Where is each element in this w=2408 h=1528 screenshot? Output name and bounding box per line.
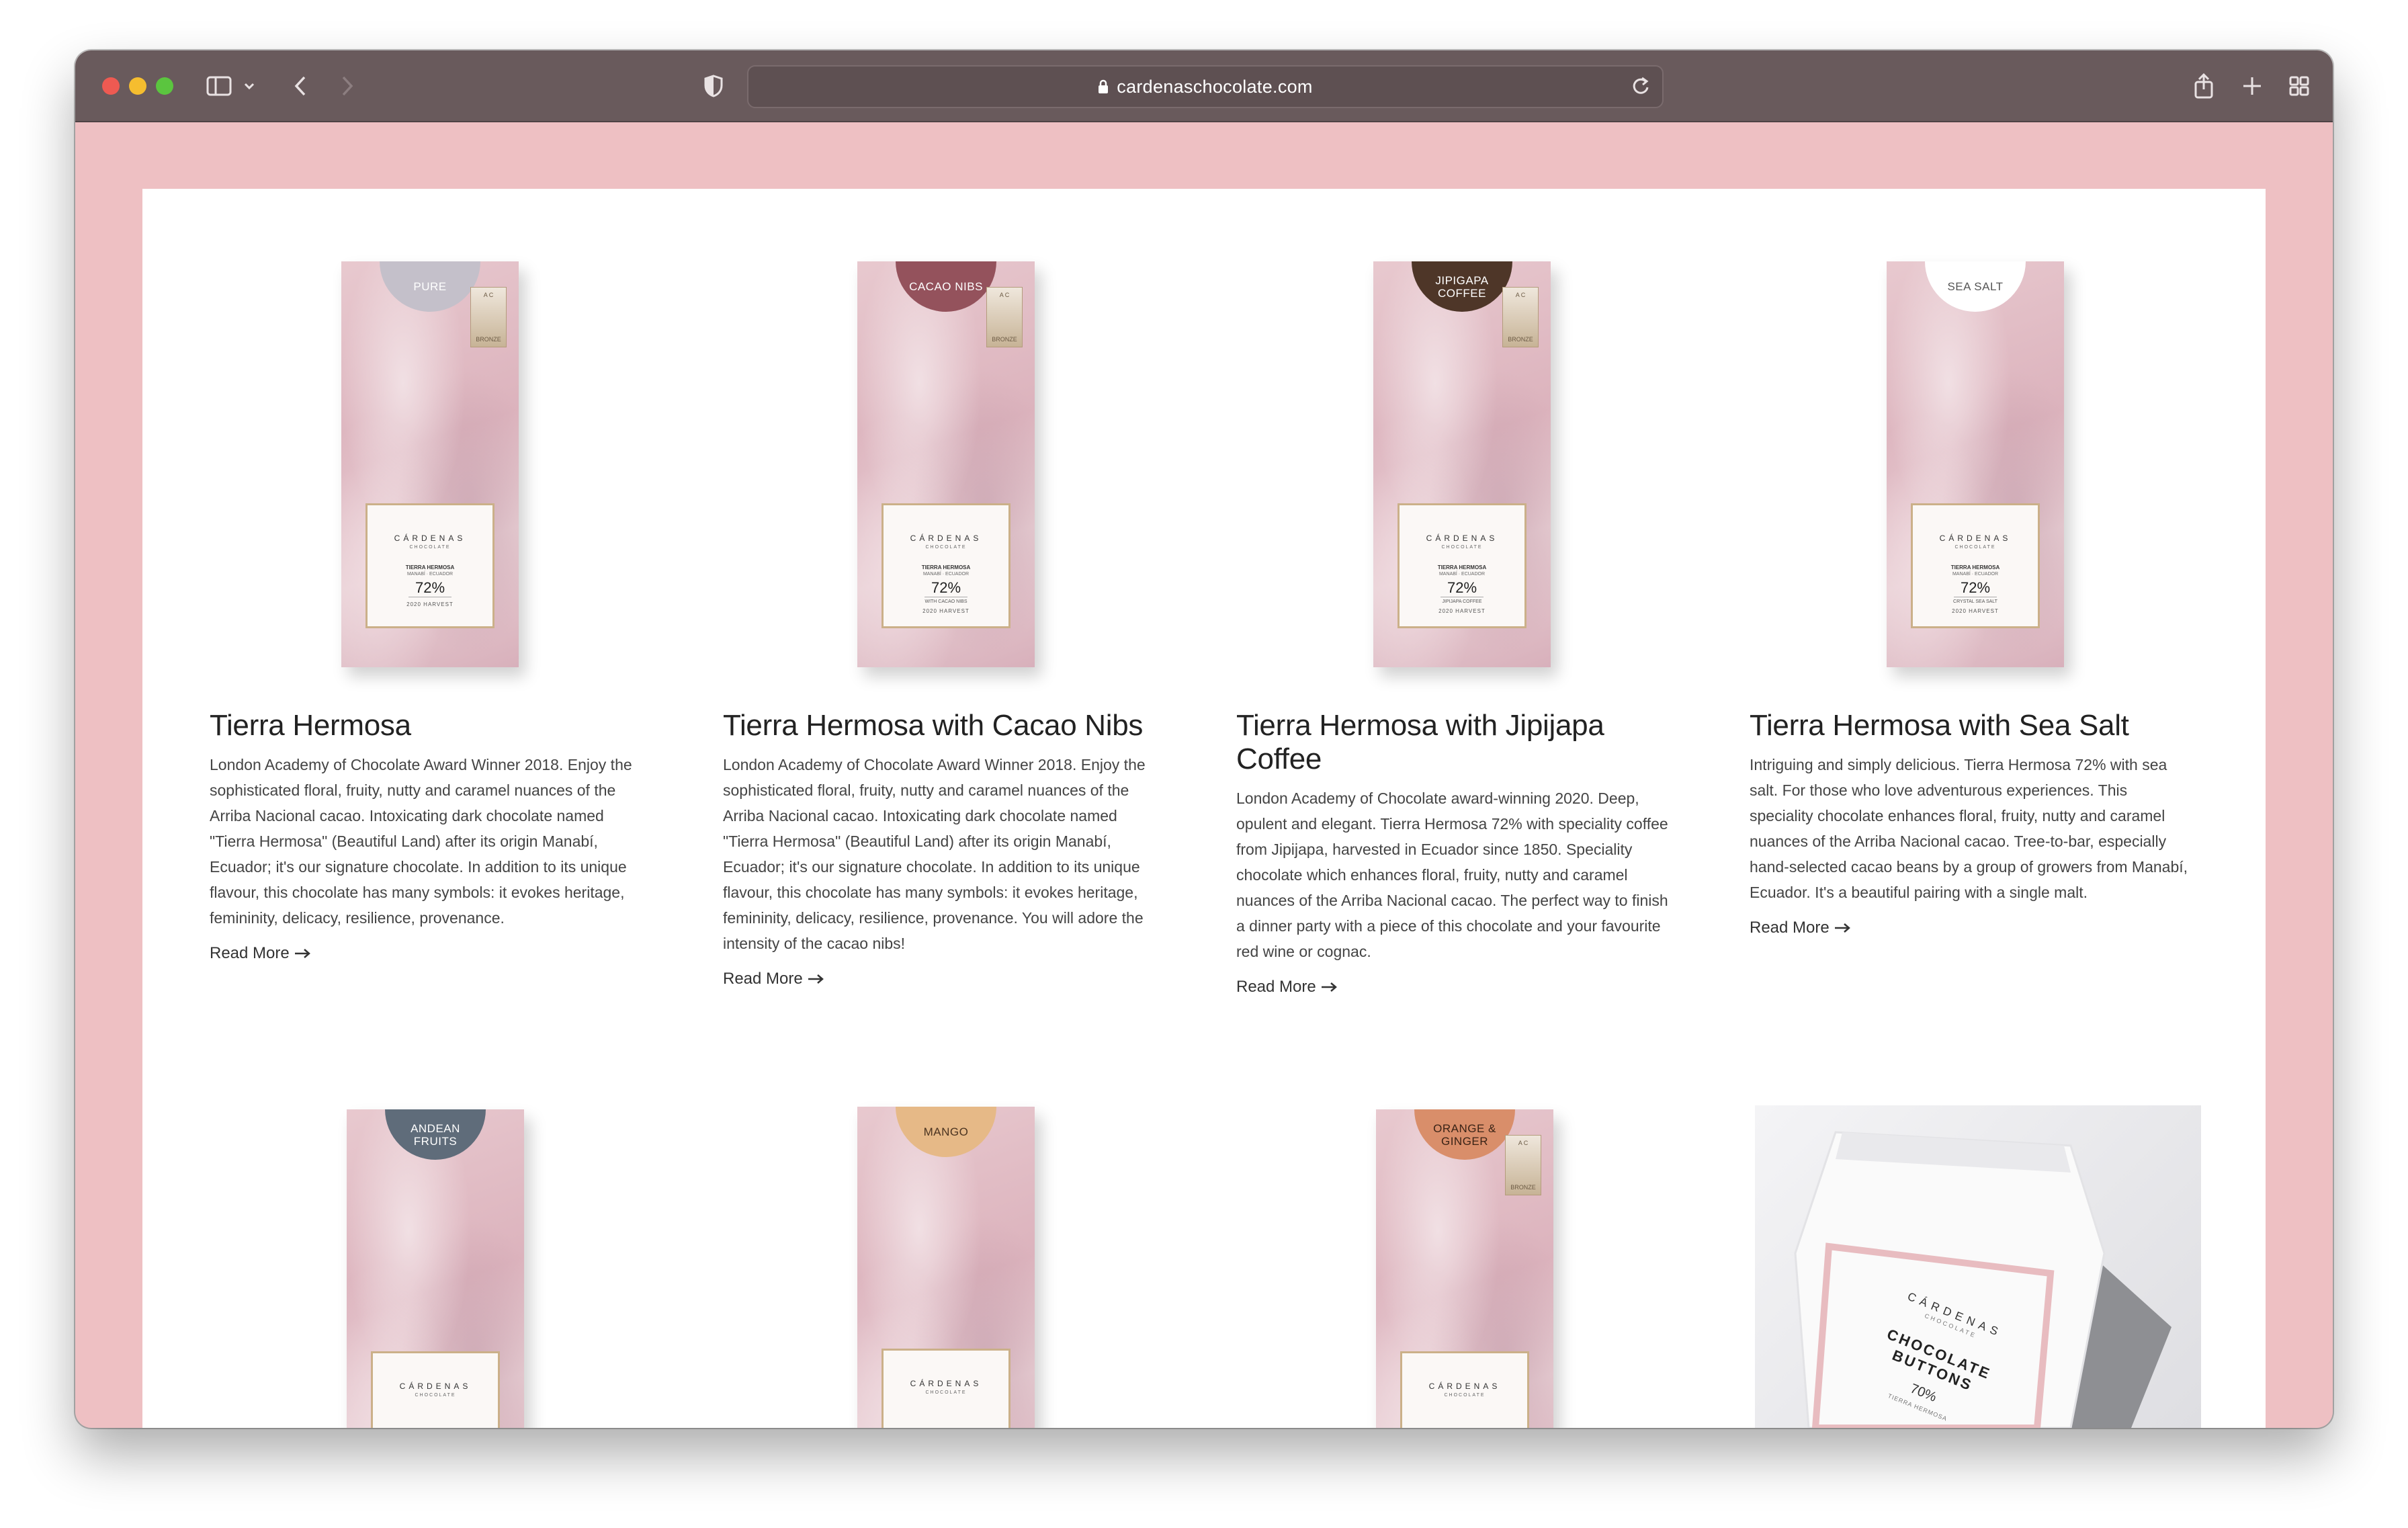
- product-title[interactable]: Tierra Hermosa with Cacao Nibs: [723, 709, 1166, 742]
- minimize-window-button[interactable]: [129, 77, 146, 95]
- browser-window: cardenaschocolate.com PURE A C BRONZE CÁR…: [75, 50, 2333, 1428]
- read-more-link[interactable]: Read More: [210, 944, 311, 963]
- product-image[interactable]: JIPIGAPA COFFEE A C BRONZE CÁRDENAS CHOCO…: [1373, 261, 1551, 667]
- read-more-link[interactable]: Read More: [1236, 978, 1338, 996]
- product-title[interactable]: Tierra Hermosa with Jipijapa Coffee: [1236, 709, 1680, 776]
- product-image[interactable]: ANDEAN FRUITS CÁRDENAS CHOCOLATE: [347, 1109, 524, 1428]
- product-card: JIPIGAPA COFFEE A C BRONZE CÁRDENAS CHOCO…: [1236, 261, 1680, 996]
- pack-label: CÁRDENAS CHOCOLATE TIERRA HERMOSA MANABÍ…: [882, 503, 1010, 628]
- url-text: cardenaschocolate.com: [1117, 76, 1313, 97]
- flavor-badge: JIPIGAPA COFFEE: [1412, 261, 1512, 312]
- pack-label: CÁRDENAS CHOCOLATE TIERRA HERMOSA MANABÍ…: [366, 503, 494, 628]
- arrow-right-icon: [808, 970, 824, 988]
- arrow-right-icon: [1321, 978, 1338, 996]
- forward-arrow-icon[interactable]: [336, 71, 359, 101]
- product-description: London Academy of Chocolate award-winnin…: [1236, 790, 1668, 960]
- product-image[interactable]: CACAO NIBS A C BRONZE CÁRDENAS CHOCOLATE …: [857, 261, 1035, 667]
- product-image[interactable]: PURE A C BRONZE CÁRDENAS CHOCOLATE TIERRA…: [341, 261, 519, 667]
- tab-overview-icon[interactable]: [2286, 71, 2313, 101]
- product-description: London Academy of Chocolate Award Winner…: [210, 756, 632, 927]
- zoom-window-button[interactable]: [156, 77, 173, 95]
- pack-label: CÁRDENAS CHOCOLATE: [371, 1351, 500, 1428]
- reload-icon[interactable]: [1631, 75, 1650, 100]
- product-description: London Academy of Chocolate Award Winner…: [723, 756, 1146, 952]
- read-more-link[interactable]: Read More: [1750, 919, 1851, 937]
- product-image[interactable]: SEA SALT CÁRDENAS CHOCOLATE TIERRA HERMO…: [1887, 261, 2064, 667]
- chevron-down-icon[interactable]: [242, 71, 257, 101]
- product-description: Intriguing and simply delicious. Tierra …: [1750, 756, 2188, 901]
- pack-label: CÁRDENAS CHOCOLATE TIERRA HERMOSA MANABÍ…: [1398, 503, 1526, 628]
- new-tab-icon[interactable]: [2239, 71, 2266, 101]
- chocolate-buttons-image[interactable]: CÁRDENAS CHOCOLATE CHOCOLATE BUTTONS 70%…: [1755, 1105, 2201, 1428]
- pack-label: CÁRDENAS CHOCOLATE: [1400, 1351, 1529, 1428]
- product-card: ANDEAN FRUITS CÁRDENAS CHOCOLATE: [210, 1109, 653, 1428]
- read-more-link[interactable]: Read More: [723, 970, 824, 988]
- flavor-badge: SEA SALT: [1925, 261, 2026, 312]
- award-medal-icon: A C BRONZE: [1505, 1135, 1541, 1195]
- address-bar[interactable]: cardenaschocolate.com: [747, 65, 1664, 108]
- product-card: PURE A C BRONZE CÁRDENAS CHOCOLATE TIERRA…: [210, 261, 653, 963]
- product-card: SEA SALT CÁRDENAS CHOCOLATE TIERRA HERMO…: [1750, 261, 2193, 937]
- award-medal-icon: A C BRONZE: [986, 287, 1023, 347]
- flavor-badge: ANDEAN FRUITS: [385, 1109, 486, 1160]
- award-medal-icon: A C BRONZE: [1502, 287, 1539, 347]
- lock-icon: [1098, 79, 1109, 94]
- back-arrow-icon[interactable]: [289, 71, 312, 101]
- pack-label: CÁRDENAS CHOCOLATE: [882, 1349, 1010, 1428]
- arrow-right-icon: [294, 944, 311, 963]
- product-card: CACAO NIBS A C BRONZE CÁRDENAS CHOCOLATE …: [723, 261, 1166, 988]
- pack-label: CÁRDENAS CHOCOLATE TIERRA HERMOSA MANABÍ…: [1911, 503, 2040, 628]
- flavor-badge: CACAO NIBS: [896, 261, 996, 312]
- product-title[interactable]: Tierra Hermosa: [210, 709, 653, 742]
- flavor-badge: MANGO: [896, 1107, 996, 1157]
- product-page: PURE A C BRONZE CÁRDENAS CHOCOLATE TIERRA…: [142, 189, 2266, 1428]
- product-image[interactable]: ORANGE & GINGER A C BRONZE CÁRDENAS CHOCO…: [1376, 1109, 1553, 1428]
- product-image[interactable]: MANGO CÁRDENAS CHOCOLATE: [857, 1107, 1035, 1428]
- close-window-button[interactable]: [102, 77, 120, 95]
- privacy-shield-icon[interactable]: [700, 71, 727, 101]
- flavor-badge: PURE: [380, 261, 480, 312]
- arrow-right-icon: [1834, 919, 1851, 937]
- award-medal-icon: A C BRONZE: [470, 287, 507, 347]
- product-card: MANGO CÁRDENAS CHOCOLATE: [723, 1107, 1166, 1428]
- flavor-badge: ORANGE & GINGER: [1414, 1109, 1515, 1160]
- product-card: ORANGE & GINGER A C BRONZE CÁRDENAS CHOCO…: [1236, 1109, 1680, 1428]
- share-icon[interactable]: [2190, 71, 2217, 101]
- browser-toolbar: cardenaschocolate.com: [75, 50, 2333, 122]
- sidebar-toggle-icon[interactable]: [204, 71, 234, 101]
- product-title[interactable]: Tierra Hermosa with Sea Salt: [1750, 709, 2193, 742]
